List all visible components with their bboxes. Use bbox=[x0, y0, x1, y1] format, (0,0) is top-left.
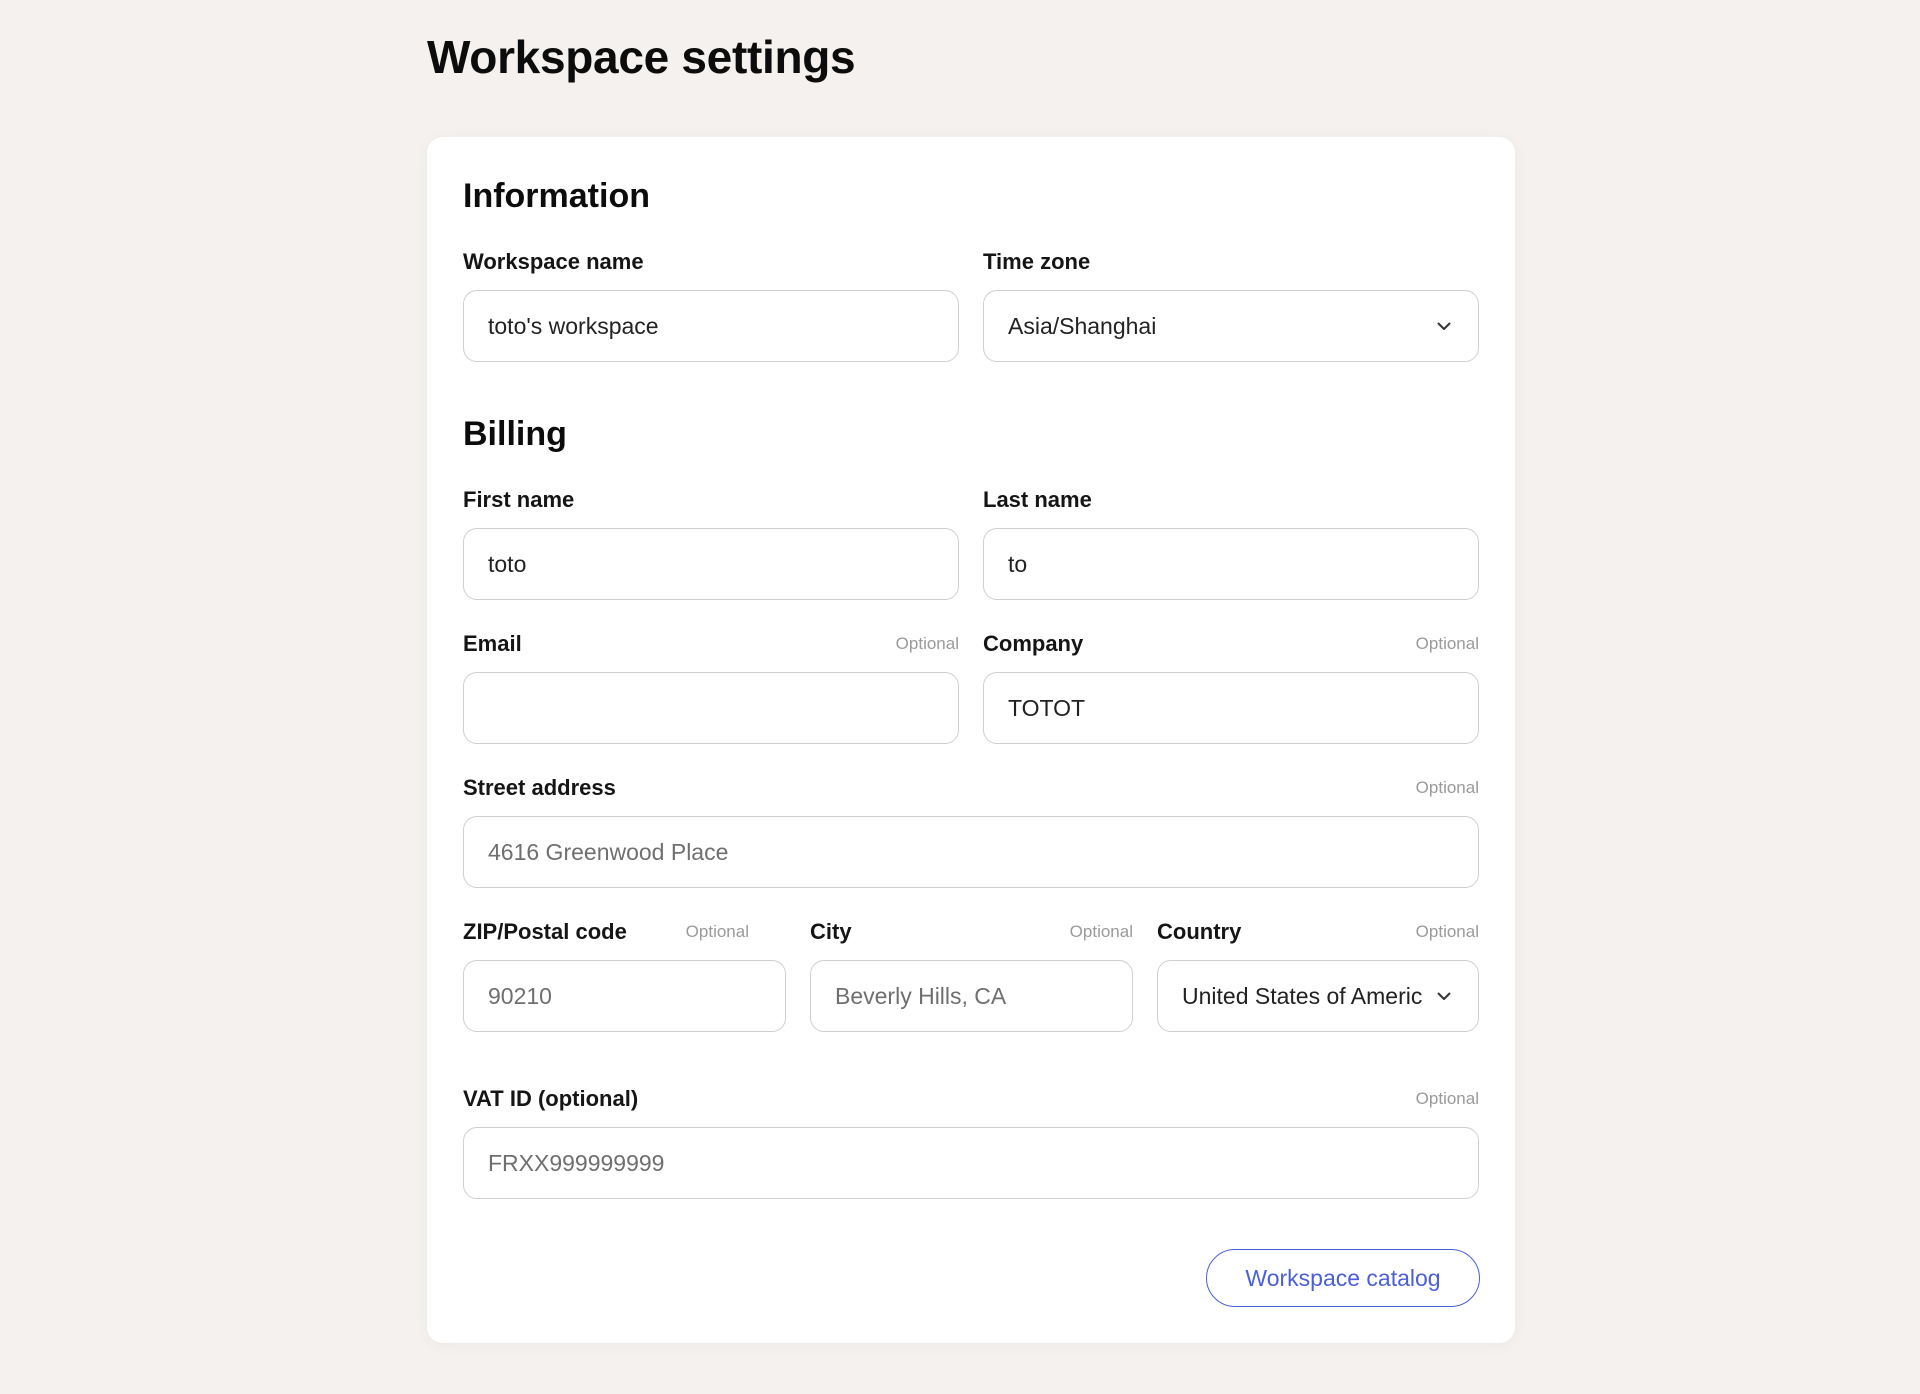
country-label: Country bbox=[1157, 919, 1242, 944]
page-title: Workspace settings bbox=[427, 31, 856, 83]
street-address-input[interactable] bbox=[463, 816, 1479, 888]
zip-label: ZIP/Postal code bbox=[463, 919, 627, 944]
last-name-input[interactable] bbox=[983, 528, 1479, 600]
city-optional-hint: Optional bbox=[1069, 922, 1133, 941]
email-label: Email bbox=[463, 631, 522, 656]
email-optional-hint: Optional bbox=[895, 634, 959, 653]
country-select[interactable]: United States of Americ bbox=[1157, 960, 1479, 1032]
zip-input[interactable] bbox=[463, 960, 786, 1032]
chevron-down-icon bbox=[1434, 316, 1454, 336]
vat-input[interactable] bbox=[463, 1127, 1479, 1199]
workspace-name-label: Workspace name bbox=[463, 249, 644, 274]
settings-card: Information Workspace name Time zone Asi… bbox=[427, 137, 1515, 1343]
company-input[interactable] bbox=[983, 672, 1479, 744]
chevron-down-icon bbox=[1434, 986, 1454, 1006]
time-zone-label: Time zone bbox=[983, 249, 1091, 274]
first-name-input[interactable] bbox=[463, 528, 959, 600]
zip-optional-hint: Optional bbox=[685, 922, 749, 941]
email-input[interactable] bbox=[463, 672, 959, 744]
workspace-catalog-button[interactable]: Workspace catalog bbox=[1206, 1249, 1480, 1307]
vat-label: VAT ID (optional) bbox=[463, 1086, 639, 1111]
street-address-optional-hint: Optional bbox=[1415, 778, 1479, 797]
company-optional-hint: Optional bbox=[1415, 634, 1479, 653]
country-optional-hint: Optional bbox=[1415, 922, 1479, 941]
last-name-label: Last name bbox=[983, 487, 1092, 512]
country-value: United States of Americ bbox=[1182, 982, 1422, 1009]
time-zone-select[interactable]: Asia/Shanghai bbox=[983, 290, 1479, 362]
time-zone-value: Asia/Shanghai bbox=[1008, 312, 1157, 339]
workspace-name-input[interactable] bbox=[463, 290, 959, 362]
city-label: City bbox=[810, 919, 852, 944]
vat-optional-hint: Optional bbox=[1415, 1089, 1479, 1108]
information-section-title: Information bbox=[463, 177, 650, 215]
company-label: Company bbox=[983, 631, 1084, 656]
first-name-label: First name bbox=[463, 487, 575, 512]
billing-section-title: Billing bbox=[463, 415, 567, 453]
street-address-label: Street address bbox=[463, 775, 616, 800]
city-input[interactable] bbox=[810, 960, 1133, 1032]
